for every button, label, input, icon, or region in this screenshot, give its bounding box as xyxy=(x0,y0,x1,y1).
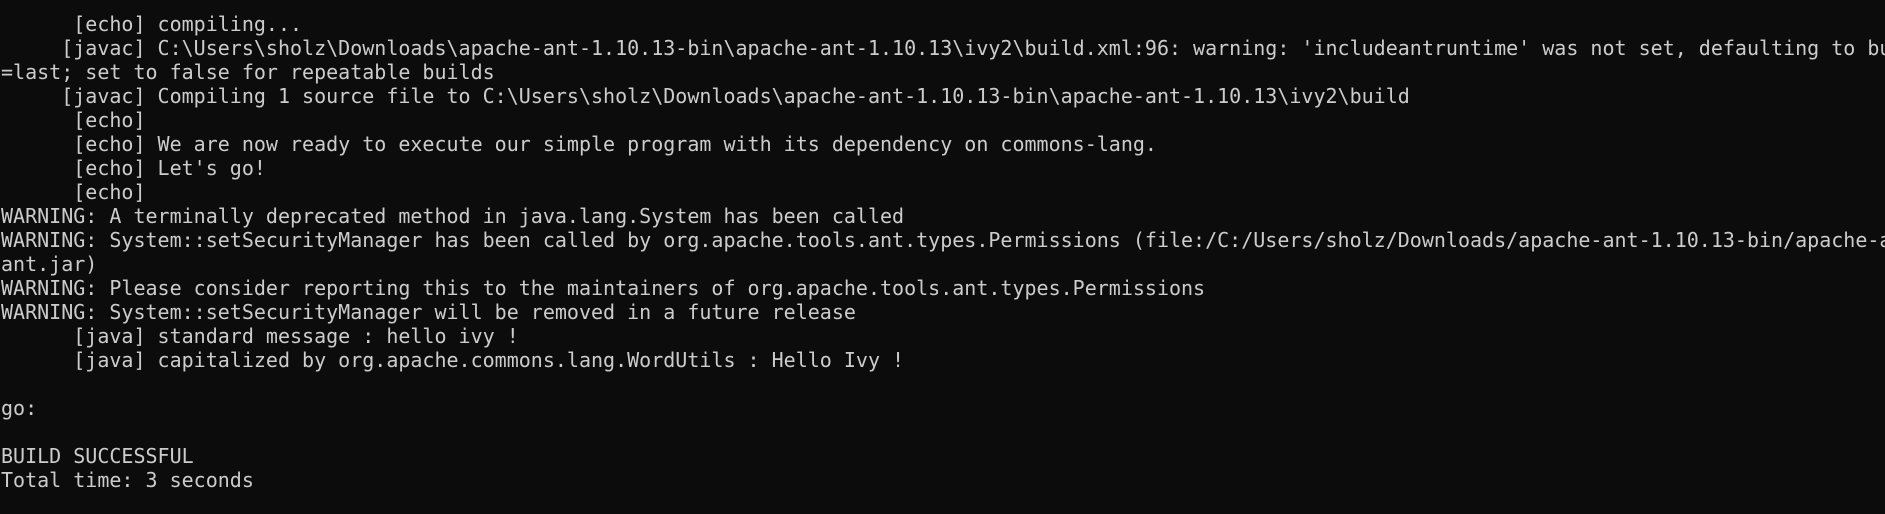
terminal-line: [echo] Let's go! xyxy=(1,156,266,180)
terminal-line: ----------------------------------------… xyxy=(0,0,1885,12)
terminal-line: [echo] xyxy=(1,180,146,204)
terminal-line: ant.jar) xyxy=(1,252,98,276)
terminal-line: WARNING: System::setSecurityManager has … xyxy=(1,228,1885,252)
terminal-line: go: xyxy=(1,396,38,420)
terminal-line: [java] standard message : hello ivy ! xyxy=(1,324,519,348)
terminal-line: [echo] xyxy=(1,108,146,132)
terminal-line: [javac] C:\Users\sholz\Downloads\apache-… xyxy=(1,36,1885,60)
terminal-line: [echo] compiling... xyxy=(1,12,303,36)
terminal-line: WARNING: A terminally deprecated method … xyxy=(1,204,905,228)
terminal-output[interactable]: ----------------------------------------… xyxy=(0,0,1885,514)
total-time: Total time: 3 seconds xyxy=(1,468,254,492)
terminal-line: [javac] Compiling 1 source file to C:\Us… xyxy=(1,84,1410,108)
terminal-line: [echo] We are now ready to execute our s… xyxy=(1,132,1157,156)
build-status: BUILD SUCCESSFUL xyxy=(1,444,194,468)
terminal-line: WARNING: System::setSecurityManager will… xyxy=(1,300,856,324)
terminal-line: WARNING: Please consider reporting this … xyxy=(1,276,1206,300)
terminal-line: =last; set to false for repeatable build… xyxy=(1,60,495,84)
terminal-line: [java] capitalized by org.apache.commons… xyxy=(1,348,905,372)
